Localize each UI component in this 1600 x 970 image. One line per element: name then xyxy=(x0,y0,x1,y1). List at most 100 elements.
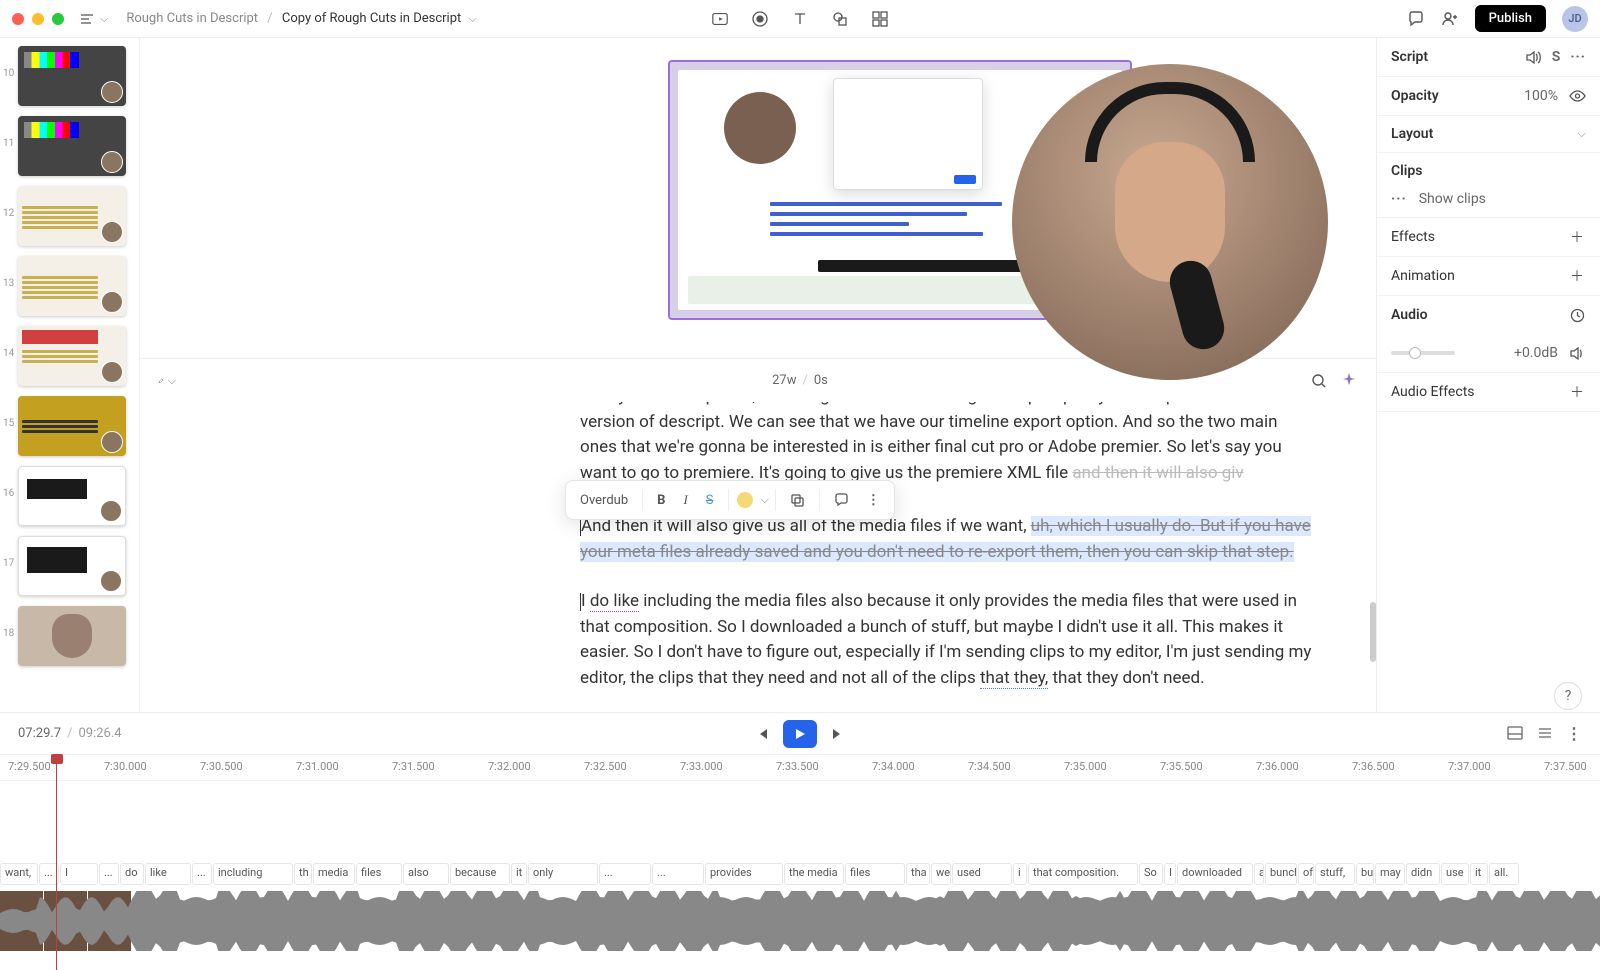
word-token[interactable]: that composition. xyxy=(1028,863,1138,885)
p1-strike[interactable]: and then it will also giv xyxy=(1072,463,1243,483)
p3-dotted2[interactable]: that they, xyxy=(980,668,1048,689)
waveform[interactable] xyxy=(0,891,1600,951)
camera-layer[interactable] xyxy=(1012,64,1328,380)
inspector-showclips-row[interactable]: ···Show clips xyxy=(1377,181,1600,218)
word-token[interactable]: th xyxy=(294,863,312,885)
plus-icon[interactable]: ＋ xyxy=(1568,383,1586,401)
playhead[interactable] xyxy=(56,755,57,970)
audio-slider[interactable] xyxy=(1391,351,1455,355)
publish-button[interactable]: Publish xyxy=(1475,5,1546,32)
s-icon[interactable]: S xyxy=(1552,49,1561,65)
volume-icon[interactable] xyxy=(1524,48,1542,66)
word-token[interactable]: bunch xyxy=(1265,863,1297,885)
word-token[interactable]: do xyxy=(120,863,144,885)
word-token[interactable]: want, xyxy=(0,863,38,885)
avatar[interactable]: JD xyxy=(1562,6,1588,32)
italic-button[interactable]: I xyxy=(675,488,695,512)
inspector-layout-row[interactable]: Layout⌵ xyxy=(1377,116,1600,153)
word-track[interactable]: want,...I...dolike...includingthmediafil… xyxy=(0,863,1600,885)
view-mode-2-icon[interactable] xyxy=(1536,724,1554,742)
help-button[interactable]: ? xyxy=(1554,682,1582,710)
text-icon[interactable] xyxy=(791,10,809,28)
eye-icon[interactable] xyxy=(1568,87,1586,105)
word-token[interactable]: I xyxy=(60,863,98,885)
word-token[interactable]: bu xyxy=(1356,863,1374,885)
ai-icon[interactable] xyxy=(1340,372,1358,390)
templates-icon[interactable] xyxy=(871,10,889,28)
highlight-button[interactable] xyxy=(737,492,753,508)
scene-18[interactable]: 18 xyxy=(18,606,131,666)
word-token[interactable]: we xyxy=(931,863,951,885)
word-token[interactable]: only xyxy=(528,863,598,885)
transcript-scrollbar[interactable] xyxy=(1370,602,1376,662)
scene-14[interactable]: 14 xyxy=(18,326,131,386)
word-token[interactable]: it xyxy=(511,863,527,885)
scene-11[interactable]: 11 xyxy=(18,116,131,176)
clock-icon[interactable] xyxy=(1568,306,1586,324)
scene-rail[interactable]: 10 11 12 13 14 15 16 17 18 xyxy=(0,38,140,712)
view-mode-1-icon[interactable] xyxy=(1506,724,1524,742)
breadcrumb-current[interactable]: Copy of Rough Cuts in Descript xyxy=(282,11,461,26)
inspector-animation-row[interactable]: Animation＋ xyxy=(1377,257,1600,296)
inspector-audio-effects-row[interactable]: Audio Effects＋ xyxy=(1377,373,1600,412)
word-token[interactable]: stuff, xyxy=(1315,863,1355,885)
word-token[interactable]: use xyxy=(1441,863,1469,885)
bold-button[interactable]: B xyxy=(649,489,673,512)
scene-10[interactable]: 10 xyxy=(18,46,131,106)
word-token[interactable]: tha xyxy=(906,863,930,885)
record-icon[interactable] xyxy=(751,10,769,28)
breadcrumb-root[interactable]: Rough Cuts in Descript xyxy=(126,11,258,26)
word-token[interactable]: like xyxy=(145,863,191,885)
word-token[interactable]: may xyxy=(1375,863,1405,885)
app-menu-chevron-icon[interactable]: ⌵ xyxy=(100,12,108,26)
word-token[interactable]: files xyxy=(845,863,905,885)
playbar-more-icon[interactable]: ⋮ xyxy=(1566,724,1582,743)
prev-button[interactable] xyxy=(753,725,771,743)
find-icon[interactable] xyxy=(1310,372,1328,390)
chevron-down-icon[interactable]: ⌵ xyxy=(1578,127,1586,141)
scene-12[interactable]: 12 xyxy=(18,186,131,246)
popover-more-icon[interactable]: ⋮ xyxy=(859,489,888,512)
plus-icon[interactable]: ＋ xyxy=(1568,228,1586,246)
pen-tool-icon[interactable]: ⌵ xyxy=(158,372,176,390)
word-token[interactable]: a xyxy=(1254,863,1264,885)
timeline[interactable]: 7:29.5007:30.0007:30.5007:31.0007:31.500… xyxy=(0,754,1600,970)
plus-icon[interactable]: ＋ xyxy=(1568,267,1586,285)
minimize-window[interactable] xyxy=(32,13,44,25)
volume-icon[interactable] xyxy=(1568,344,1586,362)
word-token[interactable]: because xyxy=(450,863,510,885)
word-token[interactable]: also xyxy=(403,863,449,885)
transcript[interactable]: So if you come up here, And we go to sha… xyxy=(140,402,1376,712)
play-button[interactable] xyxy=(783,720,817,748)
inspector-script-row[interactable]: Script S ··· xyxy=(1377,38,1600,77)
comment-button[interactable] xyxy=(826,489,857,512)
inspector-audio-row[interactable]: +0.0dB xyxy=(1377,334,1600,373)
shapes-icon[interactable] xyxy=(831,10,849,28)
inspector-opacity-row[interactable]: Opacity 100% xyxy=(1377,77,1600,116)
video-canvas[interactable] xyxy=(140,38,1376,358)
invite-icon[interactable] xyxy=(1441,10,1459,28)
word-token[interactable]: including xyxy=(213,863,293,885)
next-button[interactable] xyxy=(829,725,847,743)
word-token[interactable]: provides xyxy=(705,863,783,885)
word-token[interactable]: downloaded xyxy=(1177,863,1253,885)
word-token[interactable]: it xyxy=(1470,863,1488,885)
highlight-chevron-icon[interactable]: ⌵ xyxy=(761,493,769,507)
copy-button[interactable] xyxy=(782,489,813,512)
p3-dotted[interactable]: do like xyxy=(590,591,639,612)
word-token[interactable]: So xyxy=(1139,863,1163,885)
word-token[interactable]: ... xyxy=(599,863,651,885)
timeline-ruler[interactable]: 7:29.5007:30.0007:30.5007:31.0007:31.500… xyxy=(0,755,1600,781)
scene-16[interactable]: 16 xyxy=(18,466,131,526)
word-token[interactable]: files xyxy=(356,863,402,885)
zoom-window[interactable] xyxy=(52,13,64,25)
word-token[interactable]: i xyxy=(1013,863,1027,885)
word-token[interactable]: ... xyxy=(99,863,119,885)
comment-icon[interactable] xyxy=(1407,10,1425,28)
record-screen-icon[interactable] xyxy=(711,10,729,28)
scene-13[interactable]: 13 xyxy=(18,256,131,316)
word-token[interactable]: used xyxy=(952,863,1012,885)
strike-button[interactable]: S xyxy=(698,489,722,512)
scene-17[interactable]: 17 xyxy=(18,536,131,596)
close-window[interactable] xyxy=(12,13,24,25)
